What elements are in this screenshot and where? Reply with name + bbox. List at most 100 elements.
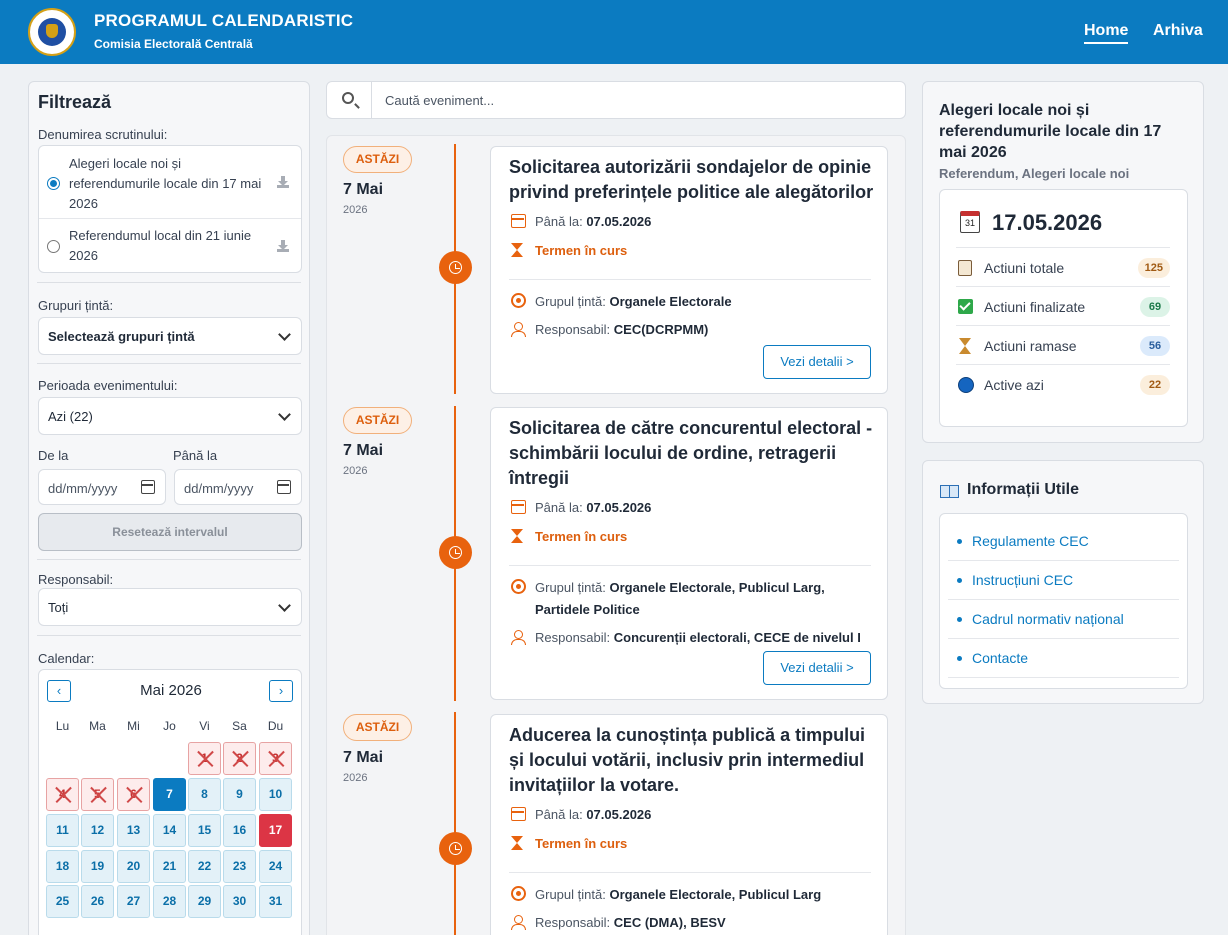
event-date: 7 Mai bbox=[343, 749, 384, 766]
calendar-day[interactable]: 30 bbox=[223, 885, 256, 918]
date-from-placeholder: dd/mm/yyyy bbox=[48, 481, 118, 496]
calendar-day[interactable]: 28 bbox=[153, 885, 186, 918]
calendar-icon[interactable] bbox=[277, 480, 291, 494]
download-icon[interactable] bbox=[277, 176, 289, 188]
responsible-value: CEC (DMA), BESV bbox=[613, 915, 726, 930]
calendar-day[interactable]: 25 bbox=[46, 885, 79, 918]
today-badge: ASTĂZI bbox=[343, 714, 412, 741]
calendar-icon bbox=[511, 500, 526, 514]
date-from-input[interactable]: dd/mm/yyyy bbox=[38, 469, 166, 505]
stat-label: Active azi bbox=[984, 377, 1044, 393]
weekday-label: Mi bbox=[127, 719, 140, 733]
calendar-day[interactable]: 8 bbox=[188, 778, 221, 811]
search-input[interactable]: Caută eveniment... bbox=[385, 93, 494, 108]
grupuri-select[interactable]: Selectează grupuri țintă bbox=[38, 317, 302, 355]
calendar-day[interactable]: 10 bbox=[259, 778, 292, 811]
event-responsible: Responsabil: CEC(DCRPMM) bbox=[535, 319, 875, 341]
calendar-next-button[interactable]: › bbox=[269, 680, 293, 702]
stat-row: Active azi 22 bbox=[956, 364, 1170, 403]
view-details-button[interactable]: Vezi detalii > bbox=[763, 651, 871, 685]
responsible-value: CEC(DCRPMM) bbox=[613, 322, 709, 337]
reset-interval-button[interactable]: Resetează intervalul bbox=[38, 513, 302, 551]
calendar-day[interactable]: 11 bbox=[46, 814, 79, 847]
calendar-day[interactable]: 5 bbox=[81, 778, 114, 811]
target-icon bbox=[511, 293, 526, 308]
responsible-label: Responsabil: bbox=[535, 915, 611, 930]
calendar-day[interactable]: 2 bbox=[223, 742, 256, 775]
scrutin-option[interactable]: Referendumul local din 21 iunie 2026 bbox=[39, 220, 301, 272]
calendar-prev-button[interactable]: ‹ bbox=[47, 680, 71, 702]
target-group-label: Grupul țintă: bbox=[535, 580, 606, 595]
calendar-day[interactable]: 9 bbox=[223, 778, 256, 811]
app-title: PROGRAMUL CALENDARISTIC bbox=[94, 11, 354, 30]
calendar-day[interactable]: 7 bbox=[153, 778, 186, 811]
pana-la-label: Până la bbox=[173, 448, 218, 463]
scrutin-option[interactable]: Alegeri locale noi și referendumurile lo… bbox=[39, 146, 301, 219]
calendar-day[interactable]: 1 bbox=[188, 742, 221, 775]
calendar-day[interactable]: 23 bbox=[223, 850, 256, 883]
election-date: 17.05.2026 bbox=[992, 210, 1103, 235]
calendar-day[interactable]: 15 bbox=[188, 814, 221, 847]
calendar-day[interactable]: 24 bbox=[259, 850, 292, 883]
calendar-day[interactable]: 18 bbox=[46, 850, 79, 883]
date-to-input[interactable]: dd/mm/yyyy bbox=[174, 469, 302, 505]
mini-calendar: Mai 2026 ‹ › Lu Ma Mi Jo Vi Sa Du 1 2 3 4 5 6 7 8 9 10 11… bbox=[38, 669, 302, 935]
calendar-day[interactable]: 14 bbox=[153, 814, 186, 847]
event-date: 7 Mai bbox=[343, 442, 384, 459]
calendar-day[interactable]: 22 bbox=[188, 850, 221, 883]
clock-icon bbox=[439, 536, 472, 569]
download-icon[interactable] bbox=[277, 240, 289, 252]
nav-arhiva[interactable]: Arhiva bbox=[1153, 22, 1203, 40]
deadline-value: 07.05.2026 bbox=[586, 500, 652, 515]
useful-link-text[interactable]: Instrucțiuni CEC bbox=[972, 572, 1073, 588]
useful-link[interactable]: Contacte bbox=[948, 639, 1179, 678]
calendar-day[interactable]: 20 bbox=[117, 850, 150, 883]
responsabil-select[interactable]: Toți bbox=[38, 588, 302, 626]
grupuri-label: Grupuri țintă: bbox=[38, 298, 114, 313]
calendar-day[interactable]: 12 bbox=[81, 814, 114, 847]
clock-icon bbox=[439, 251, 472, 284]
calendar-icon[interactable] bbox=[141, 480, 155, 494]
election-type: Referendum, Alegeri locale noi bbox=[939, 166, 1130, 181]
useful-link-text[interactable]: Regulamente CEC bbox=[972, 533, 1089, 549]
useful-links: Regulamente CEC Instrucțiuni CEC Cadrul no… bbox=[939, 513, 1188, 689]
stat-count-badge: 56 bbox=[1140, 336, 1170, 356]
nav-home[interactable]: Home bbox=[1084, 22, 1129, 44]
radio-selected[interactable] bbox=[47, 177, 60, 190]
calendar-day[interactable]: 13 bbox=[117, 814, 150, 847]
calendar-day[interactable]: 26 bbox=[81, 885, 114, 918]
calendar-day[interactable]: 4 bbox=[46, 778, 79, 811]
chevron-down-icon bbox=[278, 599, 291, 612]
useful-link[interactable]: Instrucțiuni CEC bbox=[948, 561, 1179, 600]
chevron-down-icon bbox=[278, 408, 291, 421]
stat-count-badge: 69 bbox=[1140, 297, 1170, 317]
stat-label: Actiuni finalizate bbox=[984, 299, 1086, 315]
calendar-day[interactable]: 31 bbox=[259, 885, 292, 918]
radio-unselected[interactable] bbox=[47, 240, 60, 253]
calendar-day[interactable]: 6 bbox=[117, 778, 150, 811]
event-year: 2026 bbox=[343, 772, 368, 784]
event-status: Termen în curs bbox=[535, 836, 628, 851]
calendar-month: Mai 2026 bbox=[140, 682, 202, 699]
deadline-value: 07.05.2026 bbox=[586, 807, 652, 822]
useful-link-text[interactable]: Contacte bbox=[972, 650, 1028, 666]
useful-link[interactable]: Regulamente CEC bbox=[948, 522, 1179, 561]
calendar-day[interactable]: 21 bbox=[153, 850, 186, 883]
view-details-button[interactable]: Vezi detalii > bbox=[763, 345, 871, 379]
calendar-day[interactable]: 16 bbox=[223, 814, 256, 847]
calendar-day[interactable]: 19 bbox=[81, 850, 114, 883]
event-target-group: Grupul țintă: Organele Electorale, Publi… bbox=[535, 577, 875, 621]
event-title: Solicitarea de către concurentul elector… bbox=[509, 418, 873, 488]
event-title: Aducerea la cunoștința publică a timpulu… bbox=[509, 725, 866, 795]
calendar-day[interactable]: 29 bbox=[188, 885, 221, 918]
perioada-select[interactable]: Azi (22) bbox=[38, 397, 302, 435]
calendar-day[interactable]: 3 bbox=[259, 742, 292, 775]
calendar-day[interactable]: 17 bbox=[259, 814, 292, 847]
responsible-value: Concurenții electorali, CECE de nivelul … bbox=[613, 630, 861, 645]
useful-link-text[interactable]: Cadrul normativ național bbox=[972, 611, 1124, 627]
search-button[interactable] bbox=[327, 82, 372, 118]
bullet bbox=[957, 578, 962, 583]
calendar-day[interactable]: 27 bbox=[117, 885, 150, 918]
event-status: Termen în curs bbox=[535, 243, 628, 258]
useful-link[interactable]: Cadrul normativ național bbox=[948, 600, 1179, 639]
